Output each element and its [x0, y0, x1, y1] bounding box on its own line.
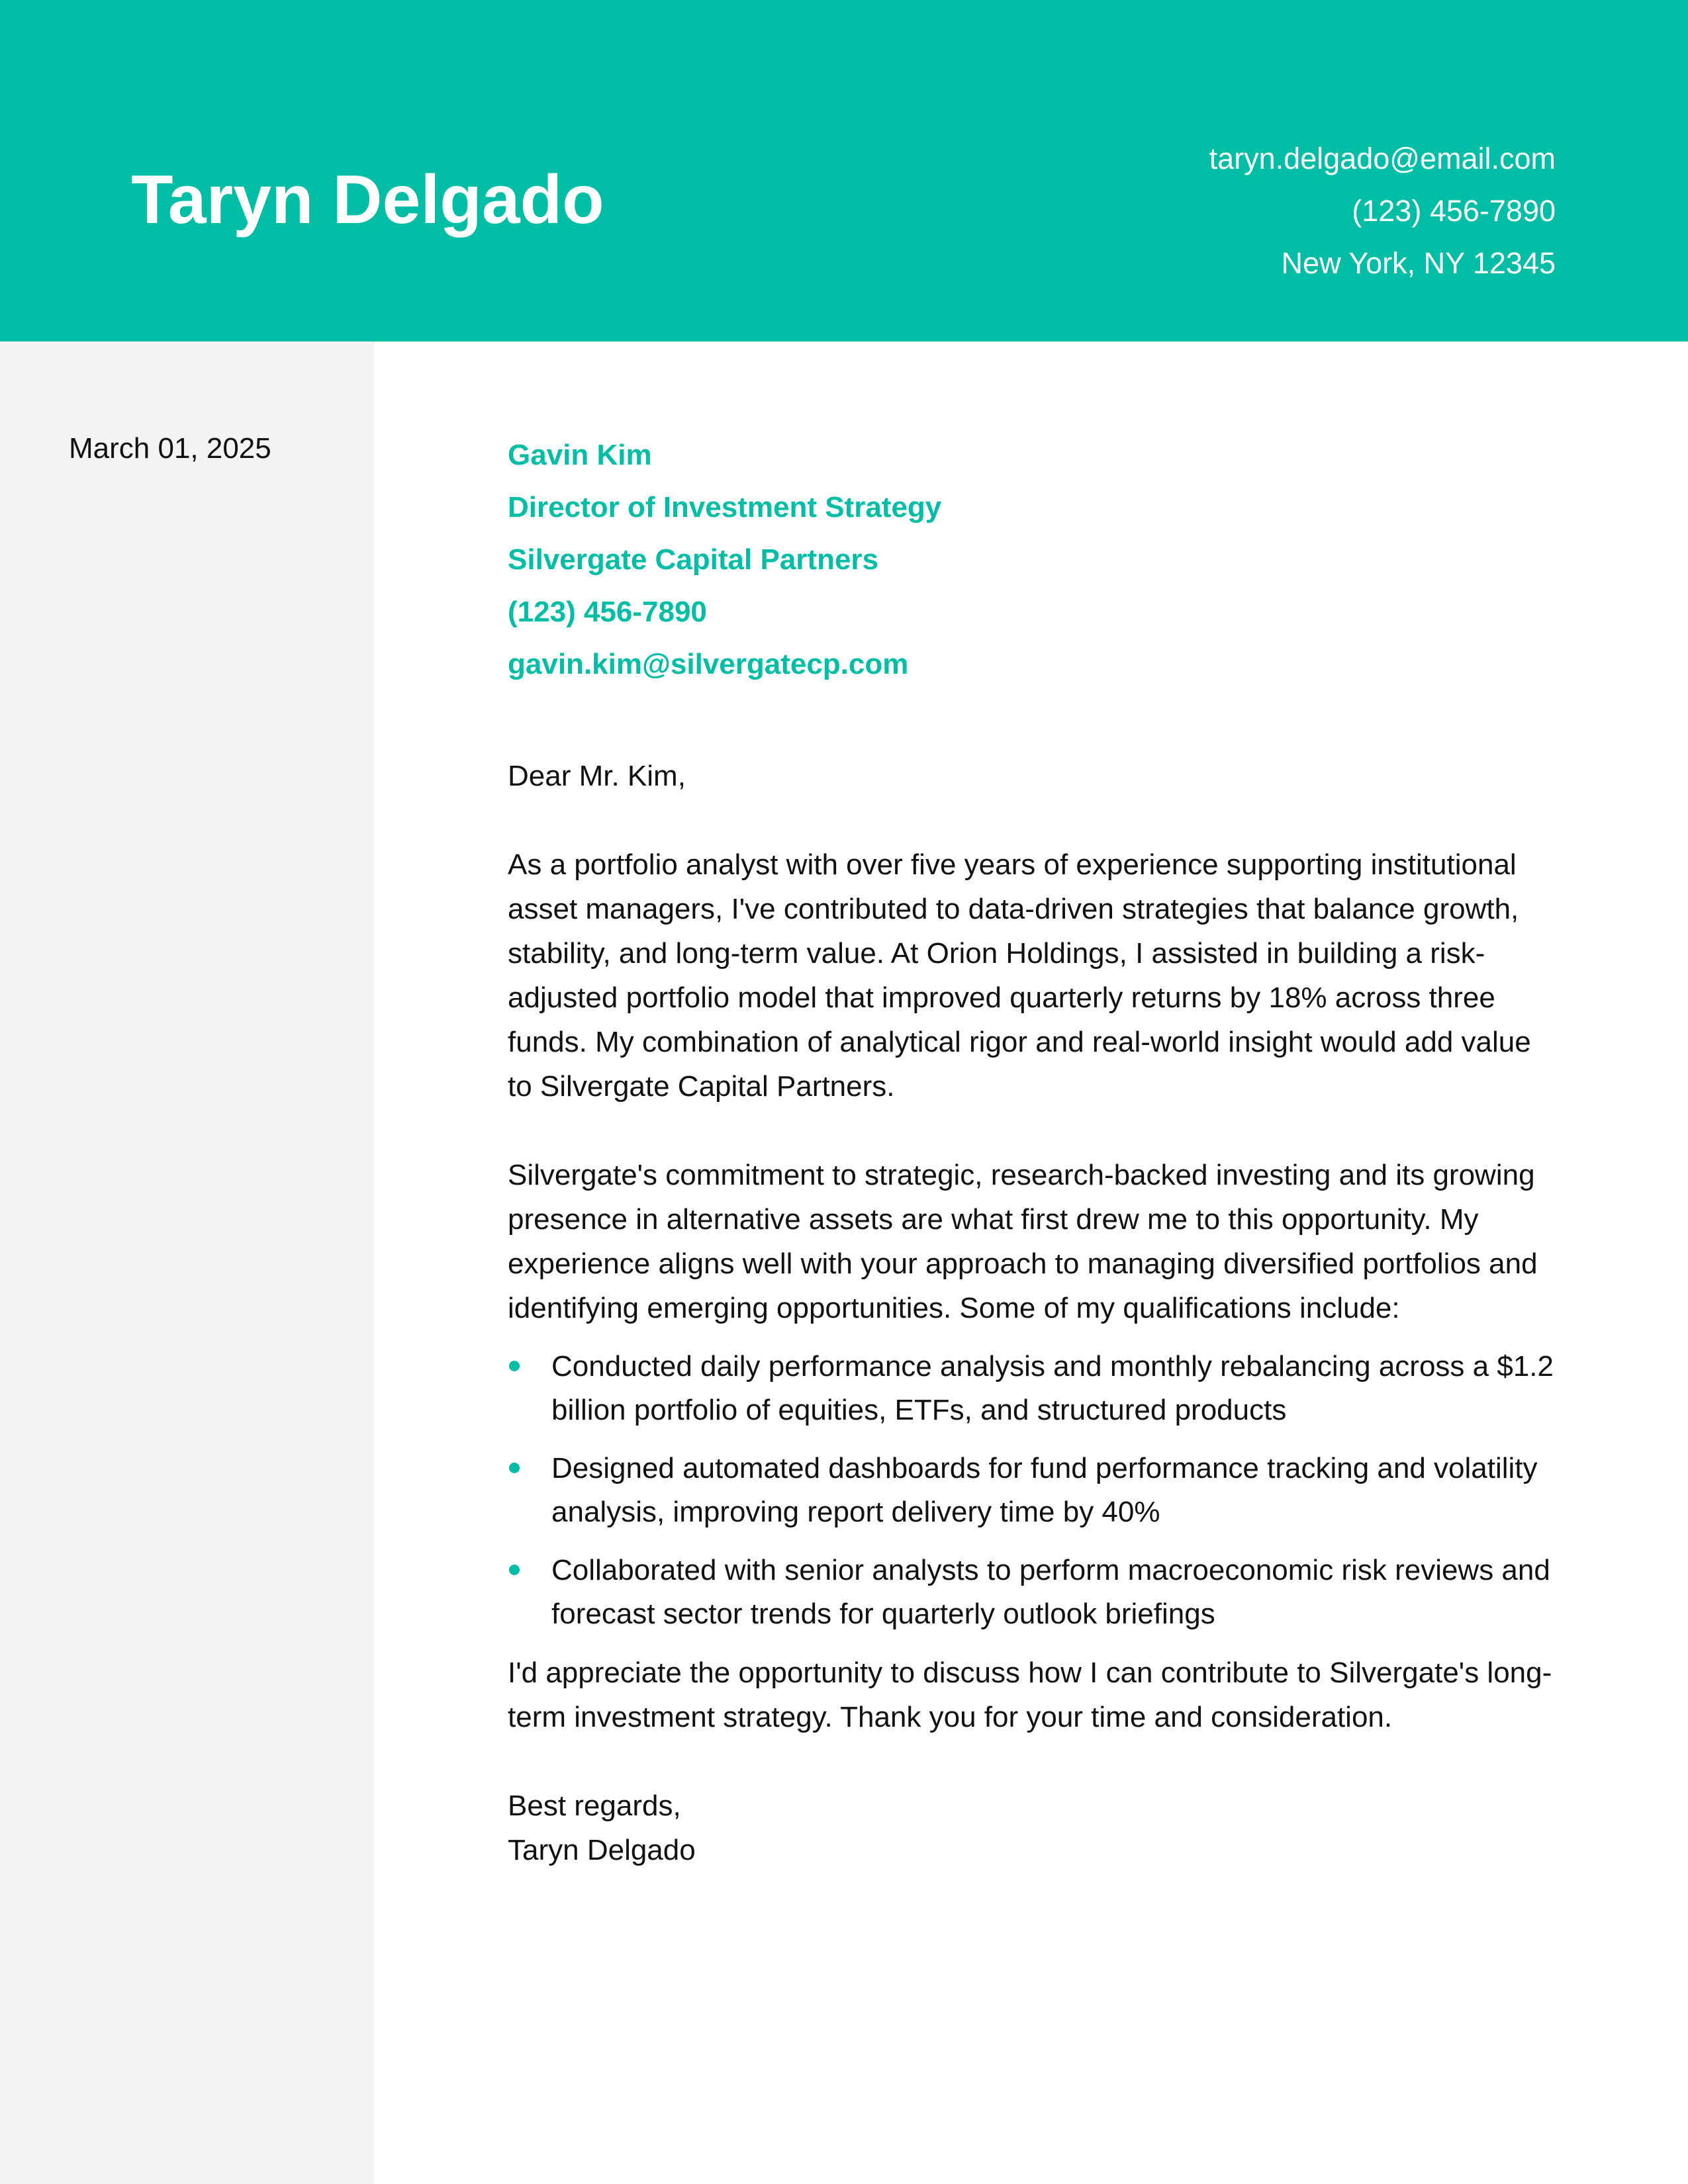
recipient-company: Silvergate Capital Partners — [508, 543, 879, 576]
salutation: Dear Mr. Kim, — [508, 760, 686, 792]
recipient-email: gavin.kim@silvergatecp.com — [508, 648, 909, 680]
signoff: Best regards, Taryn Delgado — [508, 1784, 1560, 1872]
applicant-phone: (123) 456-7890 — [1352, 194, 1556, 228]
letter-date: March 01, 2025 — [69, 432, 271, 465]
bullet-dot-icon — [509, 1361, 520, 1371]
paragraph-closing: I'd appreciate the opportunity to discus… — [508, 1657, 1552, 1733]
paragraph-motivation: Silvergate's commitment to strategic, re… — [508, 1159, 1538, 1324]
list-item: Designed automated dashboards for fund p… — [508, 1447, 1560, 1534]
signoff-phrase: Best regards, — [508, 1790, 681, 1822]
recipient-phone: (123) 456-7890 — [508, 596, 707, 628]
list-item-text: Collaborated with senior analysts to per… — [551, 1554, 1550, 1630]
header-banner: Taryn Delgado taryn.delgado@email.com (1… — [0, 0, 1688, 341]
bullet-dot-icon — [509, 1565, 520, 1575]
bullet-dot-icon — [509, 1463, 520, 1473]
paragraph-intro: As a portfolio analyst with over five ye… — [508, 848, 1531, 1103]
applicant-contact: taryn.delgado@email.com (123) 456-7890 N… — [1209, 132, 1556, 289]
letter-body: Gavin Kim Director of Investment Strateg… — [508, 429, 1560, 1872]
list-item-text: Designed automated dashboards for fund p… — [551, 1452, 1538, 1528]
applicant-email: taryn.delgado@email.com — [1209, 142, 1556, 175]
recipient-block: Gavin Kim Director of Investment Strateg… — [508, 429, 1560, 690]
applicant-name: Taryn Delgado — [131, 161, 604, 238]
sidebar — [0, 341, 375, 2184]
qualifications-list: Conducted daily performance analysis and… — [508, 1345, 1560, 1636]
signature-name: Taryn Delgado — [508, 1834, 696, 1866]
list-item: Conducted daily performance analysis and… — [508, 1345, 1560, 1432]
recipient-name: Gavin Kim — [508, 439, 652, 471]
list-item-text: Conducted daily performance analysis and… — [551, 1350, 1554, 1426]
list-item: Collaborated with senior analysts to per… — [508, 1549, 1560, 1636]
applicant-location: New York, NY 12345 — [1281, 246, 1556, 280]
recipient-title: Director of Investment Strategy — [508, 491, 942, 523]
